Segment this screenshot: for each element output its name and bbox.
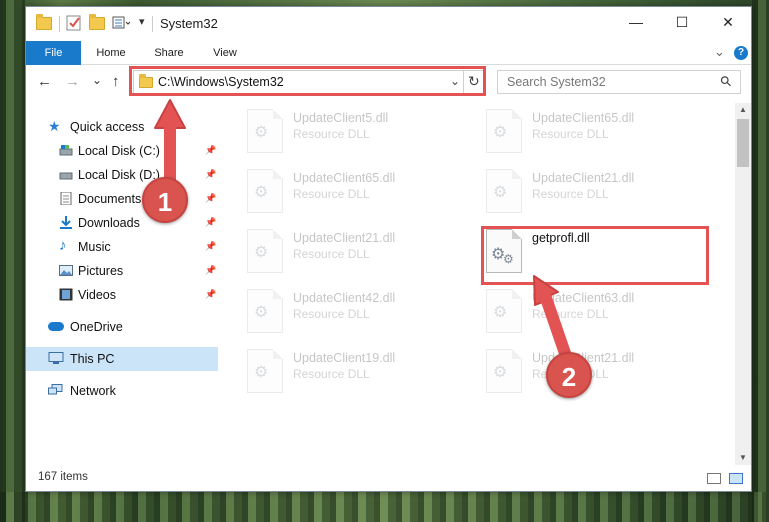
step-1-badge: 1 <box>142 177 188 223</box>
annotation-arrows <box>154 99 574 368</box>
step-2-badge: 2 <box>546 352 592 398</box>
